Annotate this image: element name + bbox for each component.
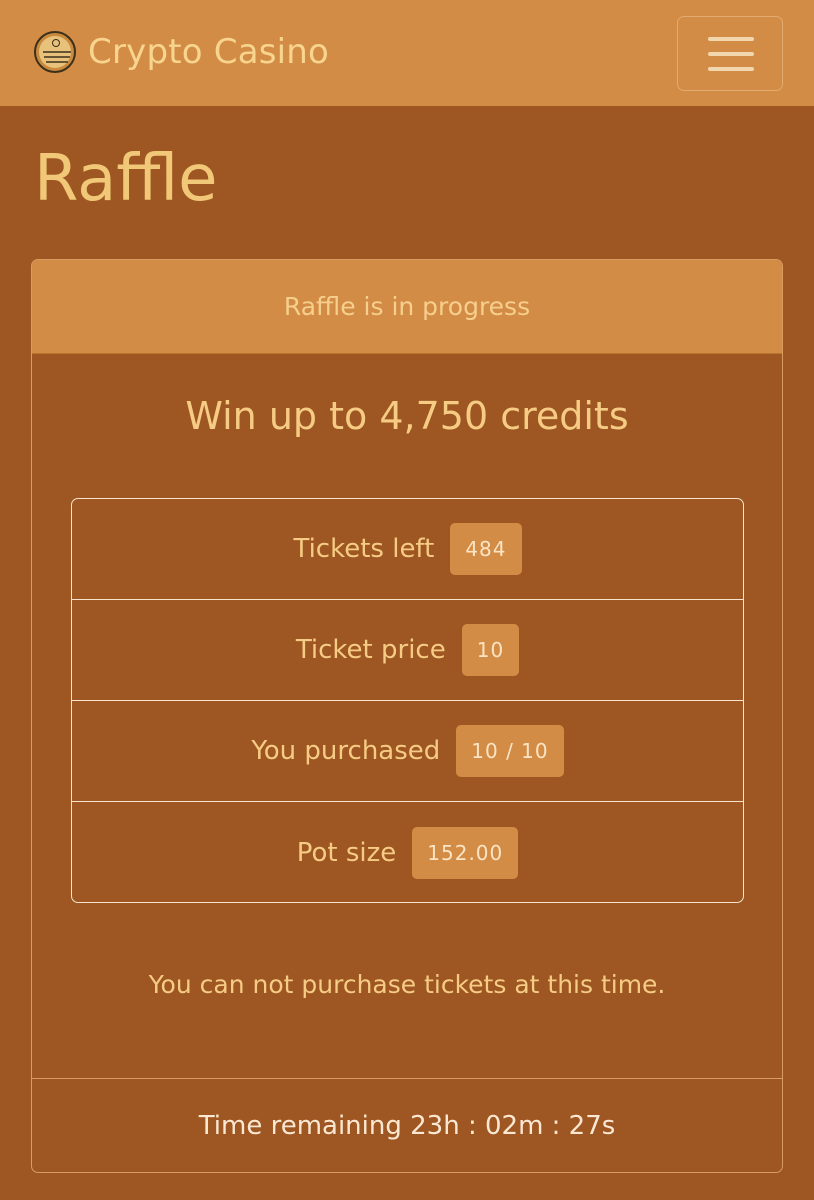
stat-label: Ticket price	[295, 635, 446, 665]
stat-label: You purchased	[251, 736, 441, 766]
casino-logo-icon	[34, 31, 76, 73]
menu-toggle-button[interactable]	[677, 16, 783, 91]
purchased-badge: 10 / 10	[456, 725, 564, 777]
time-remaining: Time remaining 23h : 02m : 27s	[32, 1078, 782, 1172]
tickets-left-badge: 484	[450, 523, 522, 575]
stat-you-purchased: You purchased 10 / 10	[72, 701, 743, 802]
raffle-stats-list: Tickets left 484 Ticket price 10 You pur…	[71, 498, 744, 903]
raffle-headline: Win up to 4,750 credits	[185, 394, 629, 438]
raffle-status: Raffle is in progress	[32, 260, 782, 354]
stat-ticket-price: Ticket price 10	[72, 600, 743, 701]
raffle-card: Raffle is in progress Win up to 4,750 cr…	[31, 259, 783, 1173]
stat-pot-size: Pot size 152.00	[72, 802, 743, 903]
stat-label: Pot size	[296, 837, 397, 868]
ticket-price-badge: 10	[461, 624, 520, 676]
stat-tickets-left: Tickets left 484	[72, 499, 743, 600]
stat-label: Tickets left	[293, 534, 435, 564]
pot-size-badge: 152.00	[412, 826, 519, 879]
brand-name[interactable]: Crypto Casino	[88, 32, 329, 72]
page-title: Raffle	[34, 142, 218, 216]
purchase-notice: You can not purchase tickets at this tim…	[148, 970, 666, 999]
brand-link[interactable]: Crypto Casino	[34, 28, 329, 76]
top-navbar: Crypto Casino	[0, 0, 814, 106]
